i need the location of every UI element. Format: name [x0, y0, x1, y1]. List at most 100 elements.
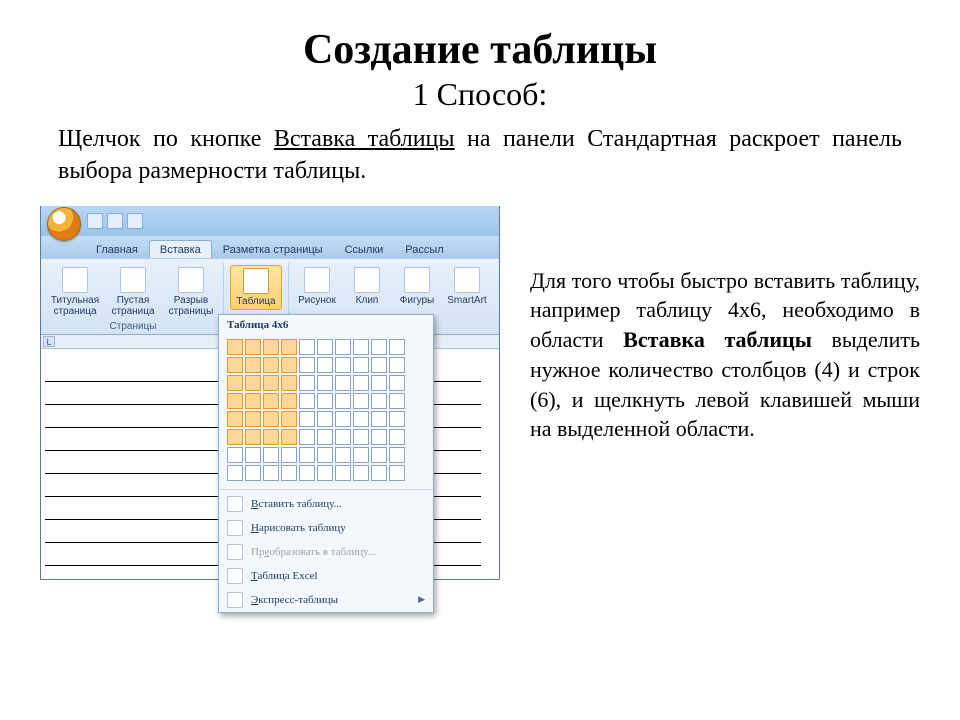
qat-redo-icon[interactable]	[127, 213, 143, 229]
cover-page-button[interactable]: Титульная страница	[49, 265, 101, 319]
grid-cell[interactable]	[353, 411, 369, 427]
grid-cell[interactable]	[317, 447, 333, 463]
grid-cell[interactable]	[263, 375, 279, 391]
grid-cell[interactable]	[389, 375, 405, 391]
grid-cell[interactable]	[335, 393, 351, 409]
grid-cell[interactable]	[371, 465, 387, 481]
grid-cell[interactable]	[335, 357, 351, 373]
dropdown-item-4[interactable]: Экспресс-таблицы▶	[219, 588, 433, 612]
grid-cell[interactable]	[281, 411, 297, 427]
qat-save-icon[interactable]	[87, 213, 103, 229]
grid-cell[interactable]	[281, 465, 297, 481]
grid-cell[interactable]	[299, 447, 315, 463]
grid-cell[interactable]	[245, 393, 261, 409]
grid-cell[interactable]	[263, 411, 279, 427]
grid-cell[interactable]	[227, 393, 243, 409]
clip-button[interactable]: Клип	[345, 265, 389, 308]
grid-cell[interactable]	[353, 447, 369, 463]
grid-cell[interactable]	[281, 339, 297, 355]
grid-cell[interactable]	[299, 339, 315, 355]
grid-cell[interactable]	[335, 375, 351, 391]
grid-cell[interactable]	[353, 465, 369, 481]
grid-cell[interactable]	[299, 393, 315, 409]
grid-cell[interactable]	[317, 375, 333, 391]
grid-cell[interactable]	[245, 339, 261, 355]
grid-cell[interactable]	[245, 375, 261, 391]
grid-cell[interactable]	[317, 465, 333, 481]
grid-cell[interactable]	[371, 393, 387, 409]
grid-cell[interactable]	[353, 393, 369, 409]
grid-cell[interactable]	[299, 357, 315, 373]
grid-cell[interactable]	[335, 465, 351, 481]
grid-cell[interactable]	[353, 357, 369, 373]
grid-cell[interactable]	[335, 429, 351, 445]
grid-cell[interactable]	[227, 429, 243, 445]
grid-cell[interactable]	[263, 357, 279, 373]
grid-cell[interactable]	[389, 357, 405, 373]
grid-cell[interactable]	[317, 411, 333, 427]
grid-cell[interactable]	[281, 447, 297, 463]
picture-button[interactable]: Рисунок	[295, 265, 339, 308]
grid-cell[interactable]	[263, 429, 279, 445]
page-break-button[interactable]: Разрыв страницы	[165, 265, 217, 319]
ruler-tab-icon[interactable]: L	[43, 336, 55, 347]
grid-cell[interactable]	[371, 357, 387, 373]
grid-cell[interactable]	[353, 375, 369, 391]
grid-cell[interactable]	[263, 393, 279, 409]
blank-page-button[interactable]: Пустая страница	[107, 265, 159, 319]
grid-cell[interactable]	[227, 357, 243, 373]
grid-cell[interactable]	[299, 465, 315, 481]
grid-cell[interactable]	[389, 465, 405, 481]
grid-cell[interactable]	[227, 465, 243, 481]
tab-рассыл[interactable]: Рассыл	[394, 240, 454, 258]
office-button[interactable]	[47, 207, 81, 241]
dropdown-item-3[interactable]: Таблица Excel	[219, 564, 433, 588]
grid-cell[interactable]	[389, 393, 405, 409]
grid-cell[interactable]	[317, 429, 333, 445]
grid-cell[interactable]	[263, 465, 279, 481]
grid-cell[interactable]	[245, 357, 261, 373]
grid-cell[interactable]	[245, 429, 261, 445]
grid-cell[interactable]	[281, 429, 297, 445]
grid-cell[interactable]	[281, 357, 297, 373]
insert-table-button[interactable]: Таблица	[230, 265, 282, 310]
grid-cell[interactable]	[263, 447, 279, 463]
tab-ссылки[interactable]: Ссылки	[334, 240, 395, 258]
dropdown-item-1[interactable]: Нарисовать таблицу	[219, 516, 433, 540]
grid-cell[interactable]	[317, 339, 333, 355]
grid-cell[interactable]	[227, 411, 243, 427]
smartart-button[interactable]: SmartArt	[445, 265, 489, 308]
grid-cell[interactable]	[335, 447, 351, 463]
tab-вставка[interactable]: Вставка	[149, 240, 212, 258]
grid-cell[interactable]	[317, 357, 333, 373]
dropdown-item-0[interactable]: Вставить таблицу...	[219, 492, 433, 516]
grid-cell[interactable]	[245, 411, 261, 427]
grid-cell[interactable]	[353, 429, 369, 445]
grid-cell[interactable]	[371, 339, 387, 355]
grid-cell[interactable]	[245, 465, 261, 481]
qat-undo-icon[interactable]	[107, 213, 123, 229]
tab-разметка страницы[interactable]: Разметка страницы	[212, 240, 334, 258]
grid-cell[interactable]	[389, 447, 405, 463]
grid-cell[interactable]	[227, 375, 243, 391]
grid-cell[interactable]	[389, 411, 405, 427]
tab-главная[interactable]: Главная	[85, 240, 149, 258]
grid-cell[interactable]	[335, 339, 351, 355]
grid-cell[interactable]	[299, 411, 315, 427]
grid-cell[interactable]	[371, 429, 387, 445]
grid-cell[interactable]	[227, 339, 243, 355]
grid-cell[interactable]	[371, 447, 387, 463]
grid-cell[interactable]	[317, 393, 333, 409]
grid-cell[interactable]	[245, 447, 261, 463]
grid-cell[interactable]	[371, 411, 387, 427]
table-size-grid[interactable]	[227, 339, 425, 481]
grid-cell[interactable]	[299, 429, 315, 445]
grid-cell[interactable]	[335, 411, 351, 427]
grid-cell[interactable]	[281, 375, 297, 391]
grid-cell[interactable]	[263, 339, 279, 355]
grid-cell[interactable]	[389, 339, 405, 355]
grid-cell[interactable]	[281, 393, 297, 409]
grid-cell[interactable]	[371, 375, 387, 391]
grid-cell[interactable]	[353, 339, 369, 355]
shapes-button[interactable]: Фигуры	[395, 265, 439, 308]
